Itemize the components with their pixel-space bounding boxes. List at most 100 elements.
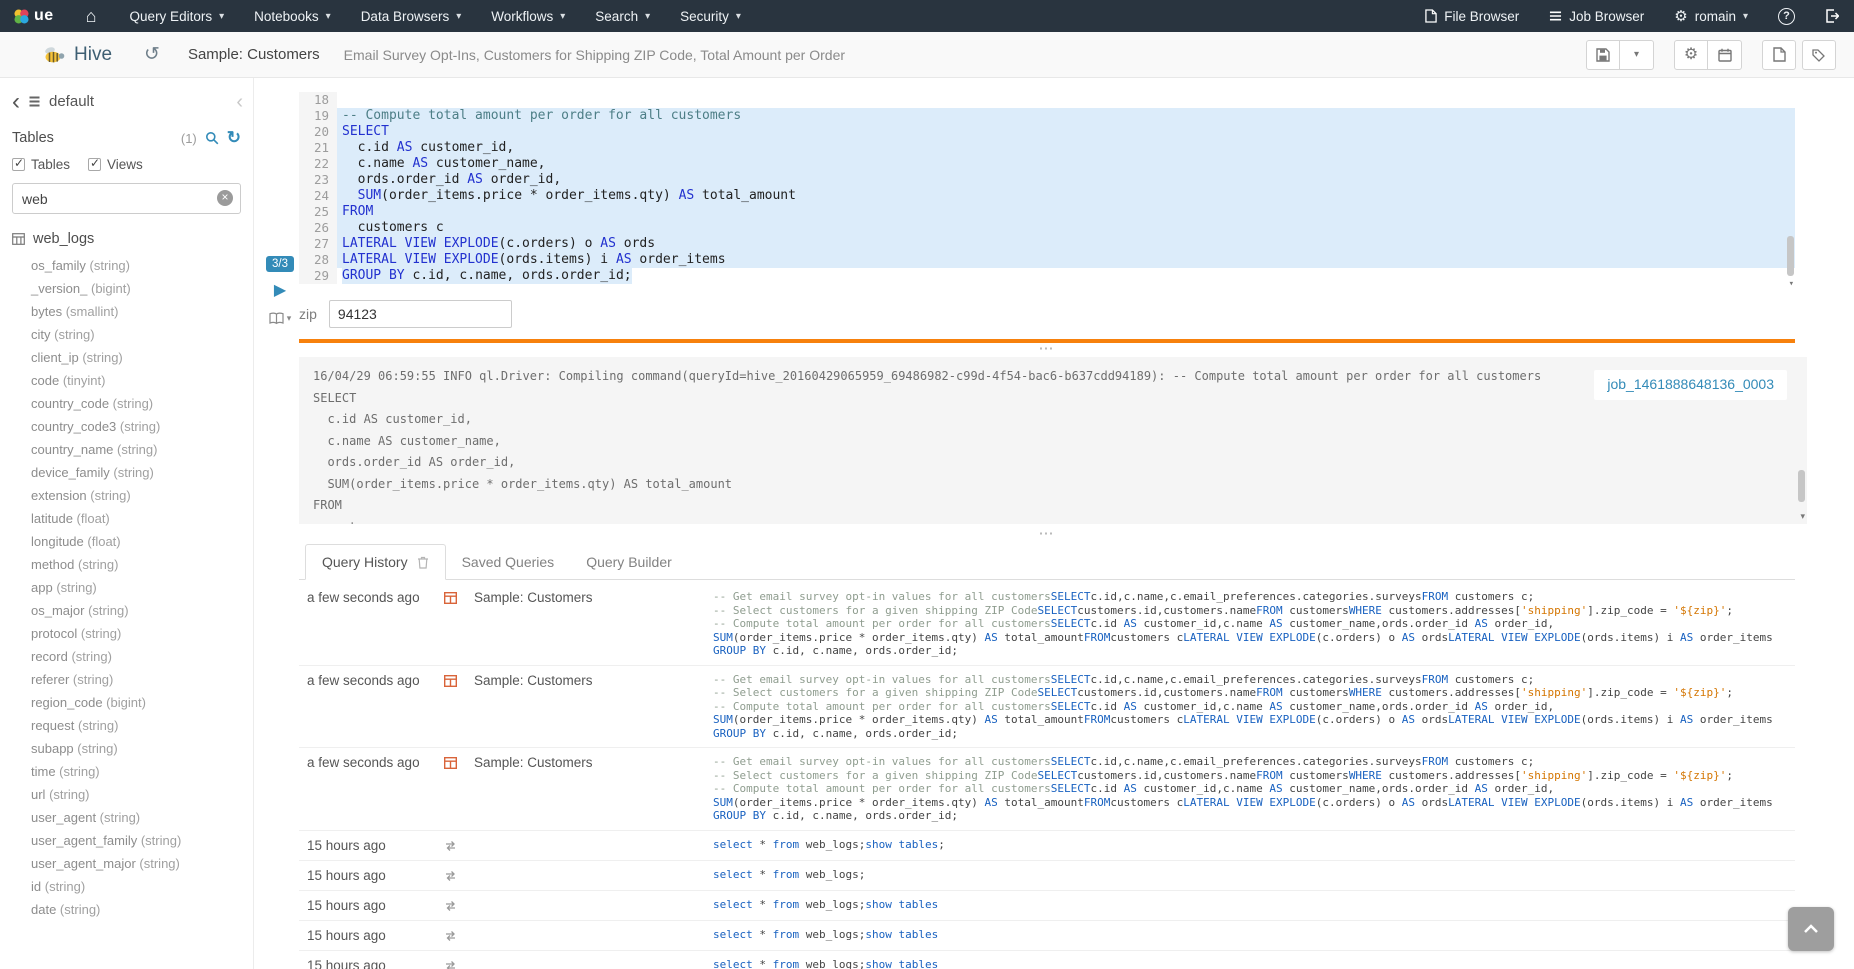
sql-token: LATERAL VIEW EXPLODE	[1448, 631, 1580, 644]
column-item[interactable]: city (string)	[31, 323, 253, 346]
editor-line[interactable]: 22 c.name AS customer_name,	[299, 156, 1795, 172]
log-scroll-down-icon[interactable]: ▾	[1800, 511, 1805, 522]
session-settings-button[interactable]: ⚙	[1674, 40, 1708, 70]
column-item[interactable]: request (string)	[31, 714, 253, 737]
history-row[interactable]: 15 hours agoselect * from web_logs;	[299, 861, 1795, 891]
column-item[interactable]: longitude (float)	[31, 530, 253, 553]
browse-results-button[interactable]: ▾	[263, 312, 297, 325]
history-row[interactable]: 15 hours agoselect * from web_logs;show …	[299, 951, 1795, 969]
scroll-to-top-button[interactable]	[1788, 907, 1834, 951]
history-row[interactable]: a few seconds agoSample: Customers-- Get…	[299, 583, 1795, 666]
column-item[interactable]: os_family (string)	[31, 254, 253, 277]
column-item[interactable]: code (tinyint)	[31, 369, 253, 392]
sql-code-editor[interactable]: 1819-- Compute total amount per order fo…	[299, 92, 1795, 290]
column-item[interactable]: region_code (bigint)	[31, 691, 253, 714]
editor-line[interactable]: 18	[299, 92, 1795, 108]
column-item[interactable]: bytes (smallint)	[31, 300, 253, 323]
new-query-button[interactable]	[1762, 40, 1796, 70]
editor-line[interactable]: 29GROUP BY c.id, c.name, ords.order_id;	[299, 268, 1795, 284]
query-history-icon[interactable]: ↺	[144, 43, 160, 66]
save-button[interactable]	[1586, 40, 1620, 70]
nav-search[interactable]: Search ▾	[580, 0, 665, 32]
home-button[interactable]: ⌂	[68, 0, 115, 32]
nav-file-browser[interactable]: File Browser	[1410, 0, 1534, 32]
column-item[interactable]: country_code (string)	[31, 392, 253, 415]
column-item[interactable]: id (string)	[31, 875, 253, 898]
column-item[interactable]: time (string)	[31, 760, 253, 783]
editor-line[interactable]: 27LATERAL VIEW EXPLODE(c.orders) o AS or…	[299, 236, 1795, 252]
column-item[interactable]: latitude (float)	[31, 507, 253, 530]
column-item[interactable]: subapp (string)	[31, 737, 253, 760]
column-item[interactable]: referer (string)	[31, 668, 253, 691]
job-link[interactable]: job_1461888648136_0003	[1607, 376, 1774, 392]
nav-notebooks[interactable]: Notebooks ▾	[239, 0, 346, 32]
query-title[interactable]: Sample: Customers	[188, 46, 320, 63]
resize-handle[interactable]: ⋯	[299, 345, 1795, 355]
clear-history-trash-icon[interactable]	[417, 556, 429, 569]
nav-query-editors[interactable]: Query Editors ▾	[115, 0, 240, 32]
refresh-icon[interactable]: ↻	[227, 131, 241, 145]
editor-scrollbar-thumb[interactable]	[1787, 236, 1794, 276]
editor-line[interactable]: 24 SUM(order_items.price * order_items.q…	[299, 188, 1795, 204]
nav-user-menu[interactable]: ⚙ romain ▾	[1659, 0, 1763, 32]
history-row[interactable]: 15 hours agoselect * from web_logs;show …	[299, 831, 1795, 861]
column-item[interactable]: user_agent_major (string)	[31, 852, 253, 875]
resize-handle[interactable]: ⋯	[299, 530, 1795, 540]
column-item[interactable]: url (string)	[31, 783, 253, 806]
log-scrollbar-thumb[interactable]	[1798, 470, 1805, 502]
editor-line[interactable]: 20SELECT	[299, 124, 1795, 140]
hue-logo[interactable]: ue	[0, 0, 68, 32]
column-item[interactable]: extension (string)	[31, 484, 253, 507]
editor-line[interactable]: 23 ords.order_id AS order_id,	[299, 172, 1795, 188]
column-item[interactable]: _version_ (bigint)	[31, 277, 253, 300]
editor-line[interactable]: 28LATERAL VIEW EXPLODE(ords.items) i AS …	[299, 252, 1795, 268]
history-row[interactable]: a few seconds agoSample: Customers-- Get…	[299, 748, 1795, 831]
editor-line[interactable]: 21 c.id AS customer_id,	[299, 140, 1795, 156]
tables-search-button[interactable]	[205, 131, 219, 145]
column-item[interactable]: country_name (string)	[31, 438, 253, 461]
history-row[interactable]: 15 hours agoselect * from web_logs;show …	[299, 891, 1795, 921]
column-item[interactable]: user_agent (string)	[31, 806, 253, 829]
back-icon[interactable]: ‹	[12, 96, 20, 108]
nav-workflows[interactable]: Workflows ▾	[476, 0, 580, 32]
clear-filter-icon[interactable]: ×	[217, 190, 233, 206]
variable-value-input[interactable]	[329, 300, 512, 328]
tab-query-history[interactable]: Query History	[305, 544, 446, 580]
editor-line[interactable]: 19-- Compute total amount per order for …	[299, 108, 1795, 124]
column-item[interactable]: protocol (string)	[31, 622, 253, 645]
nav-security[interactable]: Security ▾	[665, 0, 756, 32]
column-item[interactable]: country_code3 (string)	[31, 415, 253, 438]
sql-token: select	[713, 868, 753, 881]
execute-button[interactable]: ▶	[263, 280, 297, 300]
schedule-button[interactable]	[1708, 40, 1742, 70]
history-row[interactable]: 15 hours agoselect * from web_logs;show …	[299, 921, 1795, 951]
tables-checkbox[interactable]: Tables	[12, 157, 70, 172]
tab-query-builder[interactable]: Query Builder	[570, 545, 688, 579]
column-item[interactable]: method (string)	[31, 553, 253, 576]
column-item[interactable]: user_agent_family (string)	[31, 829, 253, 852]
help-button[interactable]: ?	[1763, 0, 1810, 32]
save-dropdown-button[interactable]: ▾	[1620, 40, 1654, 70]
column-item[interactable]: app (string)	[31, 576, 253, 599]
table-item-web-logs[interactable]: web_logs	[12, 231, 241, 247]
history-row[interactable]: a few seconds agoSample: Customers-- Get…	[299, 666, 1795, 749]
sql-token: -- Compute total amount per order for al…	[713, 617, 1051, 630]
column-item[interactable]: device_family (string)	[31, 461, 253, 484]
database-row[interactable]: ‹ default ‹	[0, 78, 253, 110]
column-item[interactable]: os_major (string)	[31, 599, 253, 622]
nav-data-browsers[interactable]: Data Browsers ▾	[346, 0, 477, 32]
table-filter-input[interactable]	[12, 183, 241, 214]
column-item[interactable]: record (string)	[31, 645, 253, 668]
editor-scroll-down-icon[interactable]: ▾	[1789, 279, 1794, 289]
column-item[interactable]: client_ip (string)	[31, 346, 253, 369]
views-checkbox[interactable]: Views	[88, 157, 143, 172]
tab-saved-queries[interactable]: Saved Queries	[446, 545, 571, 579]
sql-token: LATERAL VIEW EXPLODE	[1183, 796, 1315, 809]
nav-job-browser[interactable]: Job Browser	[1534, 0, 1659, 32]
collapse-panel-icon[interactable]: ‹	[236, 96, 243, 108]
logout-button[interactable]	[1810, 0, 1854, 32]
editor-line[interactable]: 26 customers c	[299, 220, 1795, 236]
column-item[interactable]: date (string)	[31, 898, 253, 921]
editor-line[interactable]: 25FROM	[299, 204, 1795, 220]
tags-button[interactable]	[1802, 40, 1836, 70]
